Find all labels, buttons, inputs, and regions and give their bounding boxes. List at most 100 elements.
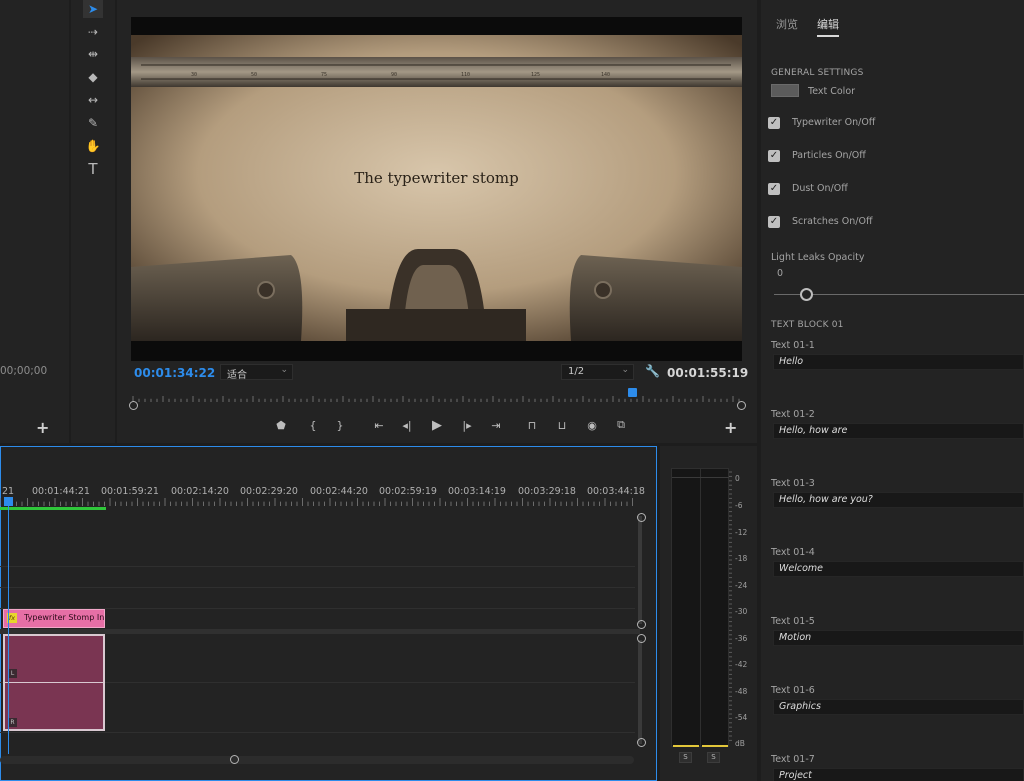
playhead-line	[8, 506, 9, 754]
ruler-label: 00:02:59:19	[379, 486, 437, 497]
timeline-playhead[interactable]	[4, 497, 13, 506]
general-settings-title: GENERAL SETTINGS	[771, 68, 864, 78]
video-image: 30 50 75 90 110 125 140	[131, 17, 742, 361]
pen-tool-icon[interactable]: ✎	[83, 114, 103, 132]
video-title-text: The typewriter stomp	[354, 169, 519, 187]
monitor-time-ruler[interactable]	[132, 396, 741, 406]
text-01-5-input[interactable]: Motion	[773, 630, 1024, 646]
svg-text:75: 75	[321, 72, 327, 78]
scroll-handle[interactable]	[637, 620, 646, 629]
meter-scale-ticks	[729, 471, 732, 747]
light-leaks-value[interactable]: 0	[777, 268, 783, 279]
razor-tool-icon[interactable]: ◆	[83, 68, 103, 86]
svg-text:125: 125	[531, 72, 540, 78]
text-01-2-input[interactable]: Hello, how are	[773, 423, 1024, 439]
ruler-label: 00:02:44:20	[310, 486, 368, 497]
text-color-swatch[interactable]	[771, 84, 799, 97]
track-divider	[0, 566, 635, 567]
svg-text:30: 30	[191, 72, 197, 78]
ripple-edit-tool-icon[interactable]: ⇹	[83, 45, 103, 63]
meter-scale-label: -36	[735, 634, 748, 643]
zoom-start-handle[interactable]	[129, 401, 138, 410]
solo-right-button[interactable]: S	[707, 752, 720, 763]
slip-tool-icon[interactable]: ↔	[83, 91, 103, 109]
meter-scale-label: -12	[735, 528, 748, 537]
chevron-down-icon: ⌄	[621, 365, 629, 375]
scroll-handle[interactable]	[637, 738, 646, 747]
text-block-title: TEXT BLOCK 01	[771, 320, 844, 330]
monitor-playhead[interactable]	[627, 388, 637, 397]
text-field-label: Text 01-5	[771, 616, 815, 627]
scroll-handle[interactable]	[637, 513, 646, 522]
project-panel: 00;00;00 +	[0, 0, 69, 443]
checkbox-icon[interactable]: ✓	[768, 117, 780, 129]
tab-browse[interactable]: 浏览	[776, 16, 798, 32]
video-frame[interactable]: 30 50 75 90 110 125 140 The typewriter stomp	[131, 17, 742, 361]
tab-edit[interactable]: 编辑	[817, 16, 839, 37]
go-to-in-button[interactable]: ⇤	[370, 417, 388, 433]
timeline-horizontal-scrollbar[interactable]	[0, 756, 634, 764]
compare-view-button[interactable]: ⧉	[612, 417, 630, 433]
duration-timecode: 00:01:55:19	[667, 366, 749, 380]
text-field-label: Text 01-7	[771, 754, 815, 765]
svg-text:50: 50	[251, 72, 257, 78]
video-track-scrollbar[interactable]	[638, 516, 642, 624]
text-field-label: Text 01-2	[771, 409, 815, 420]
add-marker-button[interactable]: ⬟	[272, 417, 290, 433]
mark-out-button[interactable]: }	[331, 417, 349, 433]
meter-scale-label: -6	[735, 501, 743, 510]
ruler-label: 00:03:44:18	[587, 486, 645, 497]
checkbox-icon[interactable]: ✓	[768, 183, 780, 195]
scroll-handle[interactable]	[637, 634, 646, 643]
resolution-select[interactable]: 1/2 ⌄	[561, 364, 634, 380]
step-forward-button[interactable]: |▸	[458, 417, 476, 433]
audio-clip[interactable]: L R	[3, 634, 105, 731]
go-to-out-button[interactable]: ⇥	[487, 417, 505, 433]
project-add-button[interactable]: +	[36, 418, 49, 437]
svg-text:90: 90	[391, 72, 397, 78]
chevron-down-icon: ⌄	[280, 365, 288, 375]
type-tool-icon[interactable]: T	[83, 160, 103, 178]
ruler-label: 00:03:29:18	[518, 486, 576, 497]
track-divider	[0, 732, 635, 733]
checkbox-label: Scratches On/Off	[792, 216, 873, 227]
meter-scale-label: -48	[735, 687, 748, 696]
audio-track-scrollbar[interactable]	[638, 640, 642, 744]
fit-select-value: 适合	[227, 370, 247, 381]
video-clip[interactable]: fx Typewriter Stomp Intr	[3, 609, 105, 628]
light-leaks-slider-thumb[interactable]	[800, 288, 813, 301]
text-01-6-input[interactable]: Graphics	[773, 699, 1024, 715]
checkbox-icon[interactable]: ✓	[768, 150, 780, 162]
text-01-3-input[interactable]: Hello, how are you?	[773, 492, 1024, 508]
text-color-label: Text Color	[808, 86, 856, 97]
mark-in-button[interactable]: {	[304, 417, 322, 433]
meter-scale-label: -54	[735, 713, 748, 722]
zoom-end-handle[interactable]	[737, 401, 746, 410]
svg-text:110: 110	[461, 72, 470, 78]
text-01-4-input[interactable]: Welcome	[773, 561, 1024, 577]
lift-button[interactable]: ⊓	[523, 417, 541, 433]
text-01-7-input[interactable]: Project	[773, 768, 1024, 781]
meter-scale-label: -18	[735, 554, 748, 563]
meter-level-left	[673, 745, 699, 747]
solo-left-button[interactable]: S	[679, 752, 692, 763]
meter-scale-label: dB	[735, 739, 745, 748]
meter-scale-label: -24	[735, 581, 748, 590]
track-select-tool-icon[interactable]: ⇢	[83, 23, 103, 41]
play-icon[interactable]: ▶	[428, 417, 446, 433]
playhead-timecode[interactable]: 00:01:34:22	[134, 366, 215, 380]
camera-icon[interactable]: ◉	[583, 417, 601, 433]
meter-level-right	[702, 745, 728, 747]
checkbox-icon[interactable]: ✓	[768, 216, 780, 228]
meter-bars	[671, 468, 729, 747]
selection-tool-icon[interactable]: ➤	[83, 0, 103, 18]
text-01-1-input[interactable]: Hello	[773, 354, 1024, 370]
step-back-button[interactable]: ◂|	[398, 417, 416, 433]
horizontal-scroll-handle[interactable]	[230, 755, 239, 764]
monitor-add-button[interactable]: +	[724, 418, 737, 437]
fit-select[interactable]: 适合 ⌄	[220, 364, 293, 381]
extract-button[interactable]: ⊔	[553, 417, 571, 433]
hand-tool-icon[interactable]: ✋	[83, 137, 103, 155]
ruler-label: 00:03:14:19	[448, 486, 506, 497]
wrench-icon[interactable]: 🔧	[645, 364, 660, 378]
